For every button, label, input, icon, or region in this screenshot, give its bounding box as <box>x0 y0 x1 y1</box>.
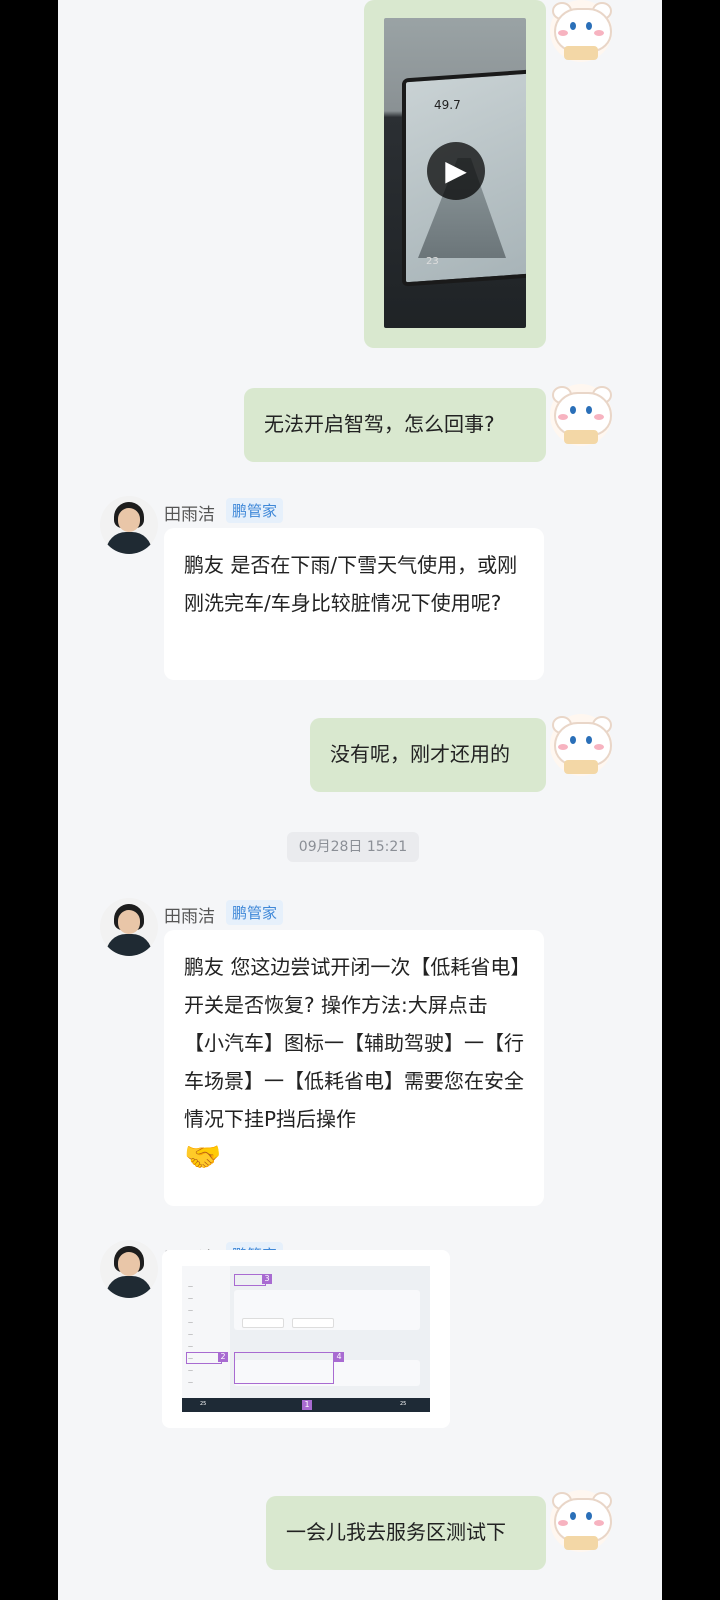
screenshot-speed-left: 25 <box>200 1401 207 1407</box>
nav-distance: 49.7 <box>434 98 461 112</box>
handshake-emoji: 🤝 <box>184 1140 222 1175</box>
chat-area[interactable]: 49.7 23 ▶ 无法开启智驾，怎么回事? 田雨洁 鹏管家 鹏友 是否在下雨/… <box>58 0 662 1600</box>
user-avatar[interactable] <box>550 384 612 446</box>
agent-avatar[interactable] <box>100 496 158 554</box>
agent-name: 田雨洁 <box>164 907 215 927</box>
agent-name: 田雨洁 <box>164 505 215 525</box>
play-icon[interactable]: ▶ <box>427 142 485 200</box>
screenshot-sidebar: — — — — — — — — — <box>182 1266 230 1400</box>
marker-1: 1 <box>302 1400 312 1410</box>
video-message[interactable]: 49.7 23 ▶ <box>364 0 546 348</box>
agent-message-text: 鹏友 您这边尝试开闭一次【低耗省电】开关是否恢复? 操作方法:大屏点击【小汽车】… <box>184 955 524 1131</box>
settings-screenshot[interactable]: — — — — — — — — — 3 2 4 1 25 25 <box>182 1266 430 1412</box>
user-message[interactable]: 一会儿我去服务区测试下 <box>266 1496 546 1570</box>
user-message[interactable]: 没有呢，刚才还用的 <box>310 718 546 792</box>
agent-avatar[interactable] <box>100 898 158 956</box>
screenshot-speed-right: 25 <box>400 1401 407 1407</box>
timestamp: 09月28日 15:21 <box>287 832 419 862</box>
image-message[interactable]: — — — — — — — — — 3 2 4 1 25 25 <box>162 1250 450 1428</box>
user-avatar[interactable] <box>550 1490 612 1552</box>
agent-message[interactable]: 鹏友 您这边尝试开闭一次【低耗省电】开关是否恢复? 操作方法:大屏点击【小汽车】… <box>164 930 544 1206</box>
user-avatar[interactable] <box>550 0 612 62</box>
agent-avatar[interactable] <box>100 1240 158 1298</box>
user-message[interactable]: 无法开启智驾，怎么回事? <box>244 388 546 462</box>
marker-2: 2 <box>218 1352 228 1362</box>
user-avatar[interactable] <box>550 714 612 776</box>
agent-badge: 鹏管家 <box>226 900 284 925</box>
marker-4: 4 <box>334 1352 344 1362</box>
video-thumbnail[interactable]: 49.7 23 ▶ <box>384 18 526 328</box>
agent-badge: 鹏管家 <box>226 498 284 523</box>
speed-readout: 23 <box>426 256 439 267</box>
marker-3: 3 <box>262 1274 272 1284</box>
agent-message[interactable]: 鹏友 是否在下雨/下雪天气使用，或刚刚洗完车/车身比较脏情况下使用呢? <box>164 528 544 680</box>
